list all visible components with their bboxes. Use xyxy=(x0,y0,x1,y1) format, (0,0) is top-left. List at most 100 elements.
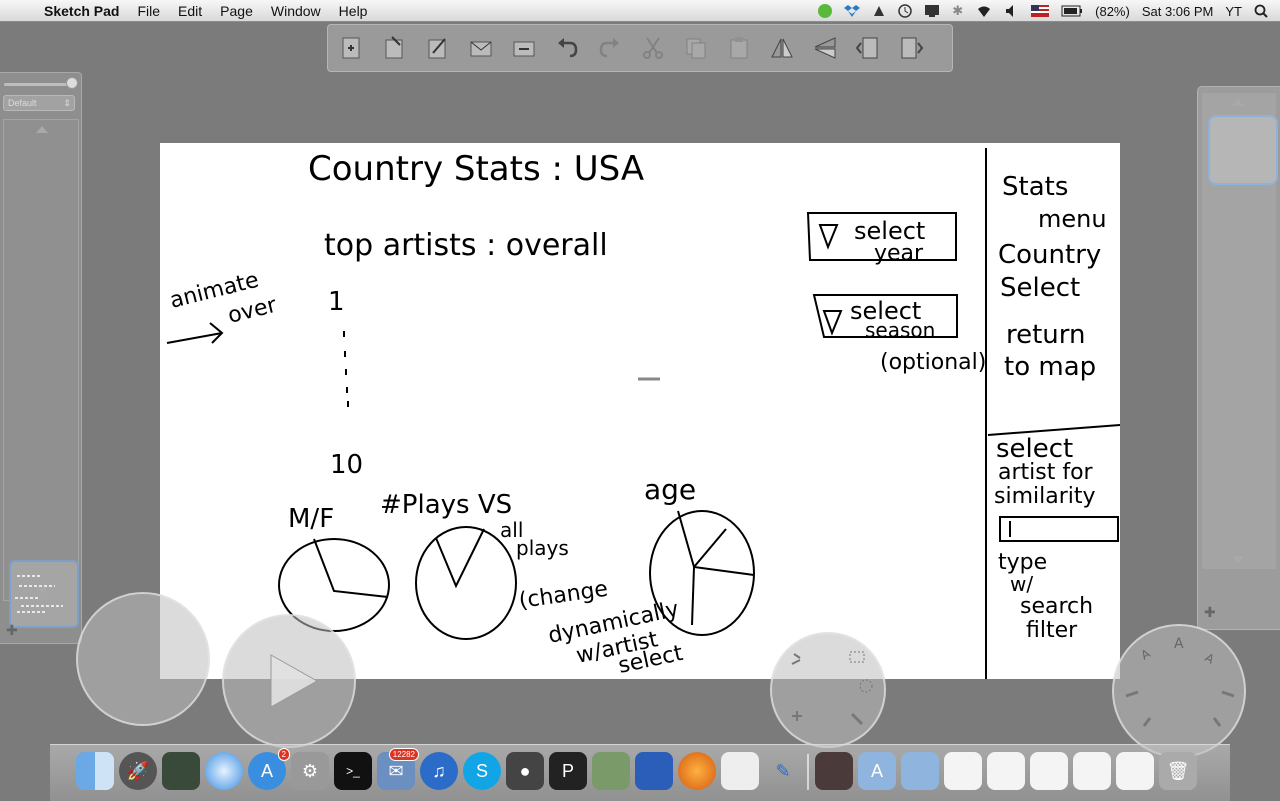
rank-first: 1 xyxy=(328,287,345,317)
change-note-1: (change xyxy=(517,577,609,614)
pie-mf-slice xyxy=(313,538,389,598)
safari-icon[interactable] xyxy=(205,752,243,790)
stamp-list[interactable] xyxy=(1202,93,1278,569)
minimized-window-3-icon[interactable] xyxy=(1030,752,1068,790)
menu-edit[interactable]: Edit xyxy=(178,3,202,19)
page-thumbnail[interactable] xyxy=(9,560,79,628)
growl-icon[interactable] xyxy=(872,4,886,18)
stats-label: Stats xyxy=(1002,172,1068,202)
bluetooth-icon[interactable]: ✱ xyxy=(952,3,963,19)
minimized-window-2-icon[interactable] xyxy=(987,752,1025,790)
menu-file[interactable]: File xyxy=(137,3,160,19)
play-dial[interactable] xyxy=(222,614,356,748)
terminal-icon[interactable]: >_ xyxy=(334,752,372,790)
dock-items: 🚀 A2 ⚙ >_ ✉ 12282 ♫ S ● P ✎ A 🗑 xyxy=(76,744,1202,790)
flip-vertical-icon[interactable] xyxy=(811,34,839,62)
pie-plays-label: #Plays VS xyxy=(380,490,512,520)
search-note-2: w/ xyxy=(1010,572,1033,596)
iphoto-icon[interactable] xyxy=(592,752,630,790)
scroll-up-icon[interactable] xyxy=(36,126,48,133)
facetime-icon[interactable]: ● xyxy=(506,752,544,790)
wifi-icon[interactable] xyxy=(975,4,993,18)
cyberduck-icon[interactable] xyxy=(635,752,673,790)
brush-dial[interactable]: A A A xyxy=(1112,624,1246,758)
textedit-icon[interactable] xyxy=(721,752,759,790)
previous-page-icon[interactable] xyxy=(854,34,882,62)
undo-icon[interactable] xyxy=(553,34,581,62)
page-list[interactable] xyxy=(3,119,79,628)
add-page-icon[interactable]: ✚ xyxy=(6,622,18,639)
scroll-down-icon[interactable] xyxy=(36,587,48,594)
mail-page-icon[interactable] xyxy=(467,34,495,62)
flip-horizontal-icon[interactable] xyxy=(768,34,796,62)
select-year-label-2: year xyxy=(874,241,924,266)
import-icon[interactable] xyxy=(381,34,409,62)
mission-control-icon[interactable] xyxy=(162,752,200,790)
redo-icon[interactable] xyxy=(596,34,624,62)
launchpad-icon[interactable]: 🚀 xyxy=(119,752,157,790)
color-dial[interactable] xyxy=(76,592,210,726)
menu-window[interactable]: Window xyxy=(271,3,321,19)
battery-percent[interactable]: (82%) xyxy=(1095,4,1130,19)
stamp-scroll-down-icon[interactable] xyxy=(1232,556,1244,563)
new-page-icon[interactable] xyxy=(338,34,366,62)
battery-icon[interactable] xyxy=(1061,5,1083,17)
artist-select-label-3: similarity xyxy=(994,484,1096,509)
app-store-icon[interactable]: A2 xyxy=(248,748,290,790)
menu-page[interactable]: Page xyxy=(220,3,253,19)
minimized-window-5-icon[interactable] xyxy=(1116,752,1154,790)
skype-icon[interactable]: S xyxy=(463,752,501,790)
edit-page-icon[interactable] xyxy=(424,34,452,62)
menu-help[interactable]: Help xyxy=(339,3,368,19)
select-label: Select xyxy=(1000,273,1080,303)
pie-plays-slice xyxy=(435,528,485,589)
pages-palette: Default ✚ xyxy=(0,72,82,644)
add-stamp-icon[interactable]: ✚ xyxy=(1204,604,1216,621)
applications-folder-icon[interactable]: A xyxy=(858,752,896,790)
evernote-icon[interactable] xyxy=(818,4,833,18)
plex-icon[interactable]: P xyxy=(549,752,587,790)
minimized-window-1-icon[interactable] xyxy=(944,752,982,790)
next-page-icon[interactable] xyxy=(897,34,925,62)
mail-badge: 12282 xyxy=(388,748,419,761)
itunes-icon[interactable]: ♫ xyxy=(420,752,458,790)
preset-select[interactable]: Default xyxy=(3,95,75,111)
pie-plays xyxy=(415,526,517,640)
mail-icon[interactable]: ✉ 12282 xyxy=(377,748,419,790)
minimized-window-4-icon[interactable] xyxy=(1073,752,1111,790)
dock-separator xyxy=(807,754,809,790)
zoom-slider-knob[interactable] xyxy=(66,77,78,89)
trash-icon[interactable]: 🗑 xyxy=(1159,752,1197,790)
volume-icon[interactable] xyxy=(1005,4,1019,18)
stamp-thumbnail[interactable] xyxy=(1208,115,1278,185)
time-machine-icon[interactable] xyxy=(898,4,912,18)
zoom-slider[interactable] xyxy=(4,83,74,86)
downloads-stack-icon[interactable] xyxy=(815,752,853,790)
user-menu[interactable]: YT xyxy=(1225,4,1242,19)
artist-search-box xyxy=(999,516,1119,542)
pie-mf-label: M/F xyxy=(288,504,334,534)
app-menu[interactable]: Sketch Pad xyxy=(44,3,119,19)
share-page-icon[interactable] xyxy=(510,34,538,62)
cut-icon[interactable] xyxy=(639,34,667,62)
drawing-canvas[interactable]: Country Stats : USA top artists : overal… xyxy=(160,143,1120,679)
select-season-label-2: season xyxy=(865,318,935,342)
tools-dial[interactable] xyxy=(770,632,886,748)
flag-icon[interactable] xyxy=(1031,5,1050,17)
search-note-3: search xyxy=(1020,594,1093,619)
display-icon[interactable] xyxy=(924,4,940,18)
spotlight-icon[interactable] xyxy=(1254,4,1268,18)
sketchpad-icon[interactable]: ✎ xyxy=(764,752,802,790)
copy-icon[interactable] xyxy=(682,34,710,62)
system-preferences-icon[interactable]: ⚙ xyxy=(291,752,329,790)
optional-note: (optional) xyxy=(880,350,986,375)
finder-icon[interactable] xyxy=(76,752,114,790)
firefox-icon[interactable] xyxy=(678,752,716,790)
paste-icon[interactable] xyxy=(725,34,753,62)
documents-folder-icon[interactable] xyxy=(901,752,939,790)
play-icon[interactable] xyxy=(249,641,329,721)
stamp-scroll-up-icon[interactable] xyxy=(1232,99,1244,106)
clock[interactable]: Sat 3:06 PM xyxy=(1142,4,1214,19)
dropbox-icon[interactable] xyxy=(844,4,861,18)
animate-arrow xyxy=(166,322,224,344)
